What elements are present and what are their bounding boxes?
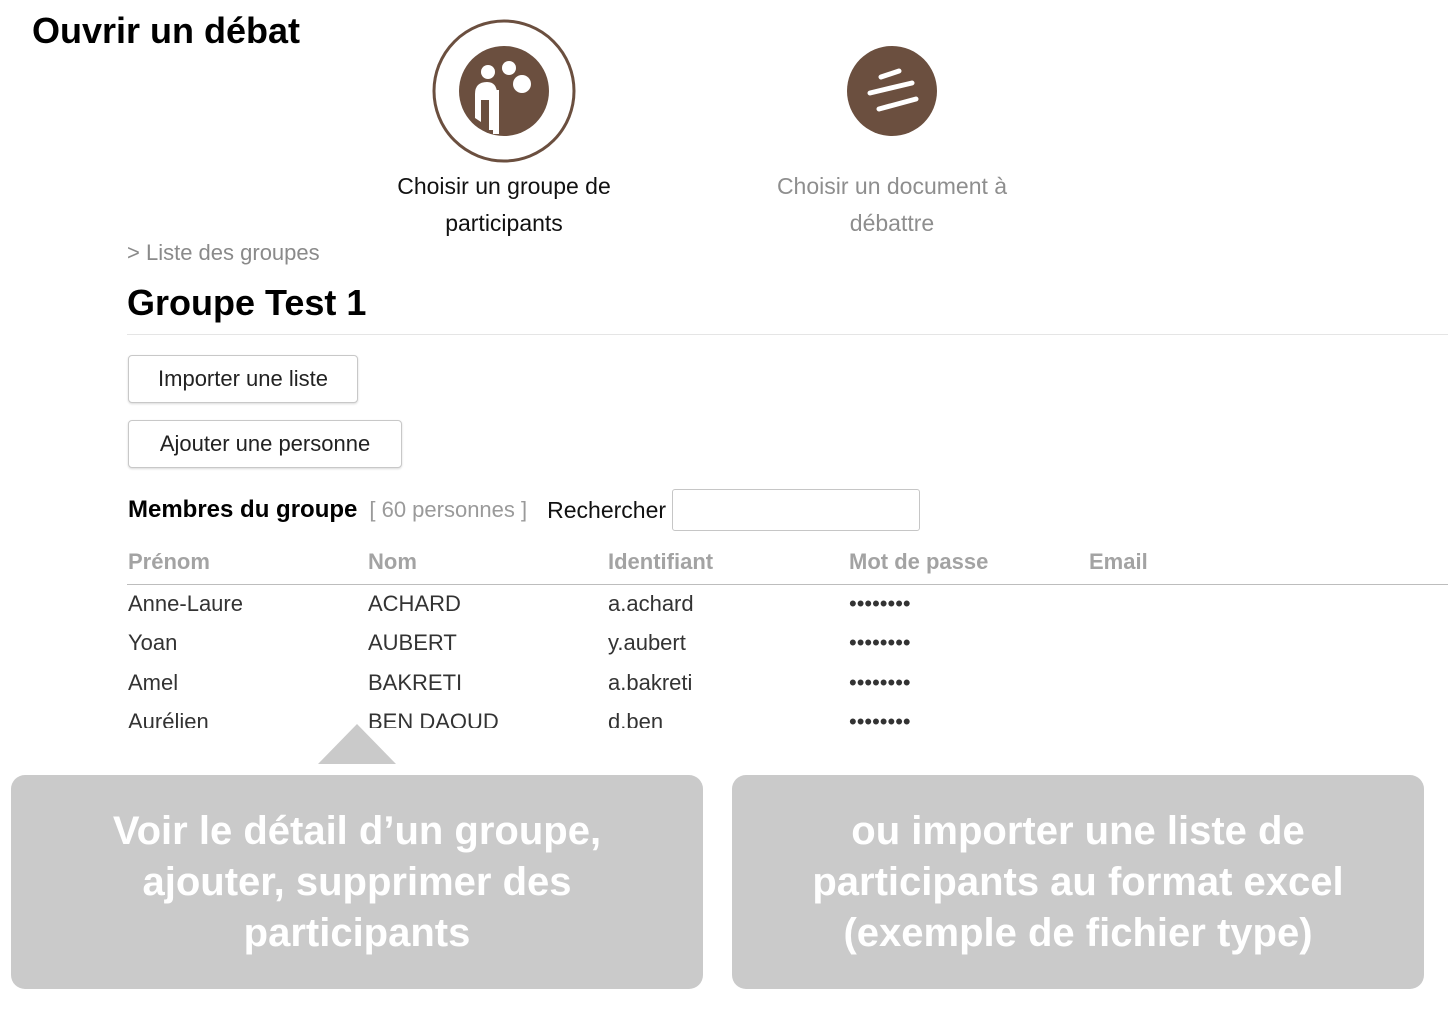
- cell-mot-de-passe: ••••••••: [849, 590, 911, 616]
- step-label-line2: débattre: [849, 210, 935, 236]
- step-label-line1: Choisir un document à: [776, 173, 1008, 199]
- callout-left: Voir le détail d’un groupe, ajouter, sup…: [11, 775, 703, 989]
- column-header-mot-de-passe[interactable]: Mot de passe: [849, 540, 1089, 584]
- cell-nom: ACHARD: [368, 590, 461, 616]
- search-input[interactable]: [672, 489, 921, 531]
- table-header-row: Prénom Nom Identifiant Mot de passe Emai…: [128, 540, 1289, 584]
- document-icon: [847, 46, 937, 136]
- cell-email: [1089, 624, 1289, 664]
- search-label: Rechercher: [547, 496, 667, 523]
- step-label-line1: Choisir un groupe de: [397, 173, 611, 199]
- import-list-button[interactable]: Importer une liste: [128, 355, 358, 403]
- cell-mot-de-passe: ••••••••: [849, 630, 911, 656]
- add-person-button[interactable]: Ajouter une personne: [128, 420, 402, 468]
- callout-right: ou importer une liste de participants au…: [732, 775, 1424, 989]
- column-header-prenom[interactable]: Prénom: [128, 540, 368, 584]
- table-row[interactable]: Yoan AUBERT y.aubert ••••••••: [128, 624, 1289, 664]
- step-choose-document[interactable]: Choisir un document à débattre: [762, 18, 1022, 242]
- divider: [127, 334, 1448, 335]
- group-title: Groupe Test 1: [127, 282, 367, 323]
- callout-left-text: Voir le détail d’un groupe, ajouter, sup…: [112, 808, 602, 955]
- cell-prenom: Amel: [128, 669, 179, 695]
- cell-email: [1089, 584, 1289, 624]
- cell-identifiant: a.achard: [608, 590, 694, 616]
- cell-nom: AUBERT: [368, 630, 457, 656]
- column-header-email[interactable]: Email: [1089, 540, 1289, 584]
- column-header-nom[interactable]: Nom: [368, 540, 608, 584]
- members-toolbar: Membres du groupe [ 60 personnes ] Reche…: [128, 488, 921, 532]
- members-count: [ 60 personnes ]: [369, 497, 528, 522]
- cell-email: [1089, 663, 1289, 703]
- column-header-identifiant[interactable]: Identifiant: [608, 540, 849, 584]
- cell-identifiant: y.aubert: [608, 630, 686, 656]
- members-table: Prénom Nom Identifiant Mot de passe Emai…: [128, 540, 1289, 742]
- members-label: Membres du groupe: [128, 496, 358, 523]
- page-title: Ouvrir un débat: [32, 10, 301, 51]
- breadcrumb-groups-list[interactable]: > Liste des groupes: [127, 240, 320, 266]
- step-label-line2: participants: [445, 210, 563, 236]
- cell-nom: BAKRETI: [368, 669, 463, 695]
- table-row[interactable]: Amel BAKRETI a.bakreti ••••••••: [128, 663, 1289, 703]
- callout-pointer: [318, 724, 396, 764]
- cell-prenom: Yoan: [128, 630, 178, 656]
- callout-right-text: ou importer une liste de participants au…: [812, 808, 1344, 955]
- table-row[interactable]: Anne-Laure ACHARD a.achard ••••••••: [128, 584, 1289, 624]
- table-header-divider: [127, 584, 1448, 585]
- cell-identifiant: a.bakreti: [608, 669, 693, 695]
- cell-prenom: Anne-Laure: [128, 590, 243, 616]
- participants-group-icon: [432, 19, 576, 163]
- cell-mot-de-passe: ••••••••: [849, 669, 911, 695]
- step-choose-group[interactable]: Choisir un groupe de participants: [374, 18, 634, 242]
